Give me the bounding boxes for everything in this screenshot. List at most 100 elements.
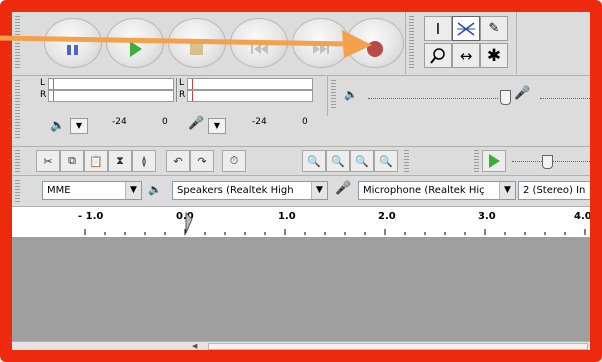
meter-tick: 0 bbox=[302, 117, 308, 127]
playback-meter-right[interactable] bbox=[48, 90, 174, 102]
zoom-in-button[interactable]: 🔍 bbox=[302, 150, 326, 172]
record-button[interactable] bbox=[346, 18, 404, 68]
input-volume-slider[interactable] bbox=[540, 98, 590, 99]
draw-tool[interactable]: ✎ bbox=[480, 16, 508, 41]
cut-button[interactable]: ✂ bbox=[36, 150, 60, 172]
selection-tool-icon: I bbox=[435, 19, 441, 38]
input-channels-select[interactable]: 2 (Stereo) In bbox=[518, 181, 590, 200]
mixer-toolbar: 🔈 🎤 bbox=[327, 75, 590, 116]
meter-tick: 0 bbox=[162, 117, 168, 127]
audio-host-value: MME bbox=[47, 185, 71, 196]
toolbar-grip[interactable] bbox=[331, 80, 336, 110]
skip-start-icon bbox=[251, 44, 268, 54]
play-icon bbox=[489, 154, 500, 168]
zoom-out-button[interactable]: 🔍 bbox=[326, 150, 350, 172]
speed-slider-thumb[interactable] bbox=[542, 155, 553, 169]
meter-toolbar: L R L R 🔈 ▼ -24 0 🎤 ▼ -24 0 bbox=[12, 75, 326, 146]
microphone-icon: 🎤 bbox=[335, 181, 352, 196]
skip-to-end-button[interactable] bbox=[292, 18, 350, 68]
zoom-tool[interactable] bbox=[424, 43, 452, 68]
undo-button[interactable]: ↶ bbox=[166, 150, 190, 172]
meter-right-label: R bbox=[179, 90, 186, 100]
silence-button[interactable]: ≬ bbox=[132, 150, 156, 172]
trim-button[interactable]: ⧗ bbox=[108, 150, 132, 172]
device-toolbar: MME ▼ 🔈 Speakers (Realtek High ▼ 🎤 Micro… bbox=[12, 175, 590, 206]
chevron-down-icon: ▼ bbox=[311, 182, 327, 199]
transport-toolbar bbox=[12, 12, 404, 74]
toolbar-grip[interactable] bbox=[15, 16, 20, 68]
edit-toolbar: ✂ ⧉ 📋 ⧗ ≬ ↶ ↷ ⏱ 🔍 🔍 🔍 🔍 bbox=[12, 146, 482, 175]
input-volume-icon: 🎤 bbox=[514, 86, 531, 101]
play-at-speed-button[interactable] bbox=[482, 150, 506, 172]
toolbar-grip[interactable] bbox=[474, 150, 479, 172]
multi-tool[interactable]: ✱ bbox=[480, 43, 508, 68]
meter-left-label: L bbox=[40, 78, 46, 88]
playhead-marker bbox=[185, 211, 193, 234]
audio-host-select[interactable]: MME ▼ bbox=[42, 181, 142, 200]
output-volume-thumb[interactable] bbox=[500, 90, 511, 105]
speaker-icon[interactable]: 🔈 bbox=[50, 118, 65, 132]
copy-button[interactable]: ⧉ bbox=[60, 150, 84, 172]
toolbar-grip[interactable] bbox=[404, 150, 409, 172]
skip-to-start-button[interactable] bbox=[230, 18, 288, 68]
zoom-tool-icon bbox=[430, 47, 445, 64]
microphone-icon[interactable]: 🎤 bbox=[188, 116, 204, 131]
fit-selection-button[interactable]: 🔍 bbox=[350, 150, 374, 172]
chevron-down-icon: ▼ bbox=[499, 182, 515, 199]
recording-meter-right[interactable] bbox=[187, 90, 313, 102]
output-volume-icon: 🔈 bbox=[344, 88, 358, 101]
output-device-select[interactable]: Speakers (Realtek High ▼ bbox=[172, 181, 328, 200]
zoom-in-icon: 🔍 bbox=[307, 154, 321, 168]
envelope-tool-icon bbox=[457, 21, 475, 36]
timer-icon: ⏱ bbox=[229, 154, 239, 167]
toolbar-grip[interactable] bbox=[409, 16, 414, 68]
playback-meter-left[interactable] bbox=[48, 78, 174, 90]
tools-toolbar: I ✎ ↔ ✱ bbox=[405, 12, 516, 74]
scrollbar-thumb[interactable] bbox=[208, 343, 588, 350]
chevron-down-icon: ▼ bbox=[75, 121, 83, 130]
play-icon bbox=[130, 41, 142, 57]
timeshift-tool[interactable]: ↔ bbox=[452, 43, 480, 68]
pause-icon bbox=[67, 45, 78, 55]
copy-icon: ⧉ bbox=[68, 154, 76, 167]
sync-lock-button[interactable]: ⏱ bbox=[222, 150, 246, 172]
timeline-ruler[interactable]: - 1.0 0.0 1.0 2.0 3.0 4.0 bbox=[12, 206, 590, 238]
selection-tool[interactable]: I bbox=[424, 16, 452, 41]
toolbar-grip[interactable] bbox=[15, 150, 20, 172]
toolbar-grip[interactable] bbox=[15, 180, 20, 202]
undo-icon: ↶ bbox=[173, 154, 183, 168]
horizontal-scrollbar[interactable]: ◀ bbox=[12, 341, 590, 350]
multi-tool-icon: ✱ bbox=[486, 45, 502, 66]
record-icon bbox=[367, 41, 383, 57]
recording-meter-menu-button[interactable]: ▼ bbox=[208, 118, 226, 134]
track-area[interactable] bbox=[12, 237, 590, 341]
play-button[interactable] bbox=[106, 18, 164, 68]
paste-button[interactable]: 📋 bbox=[84, 150, 108, 172]
paste-icon: 📋 bbox=[89, 154, 103, 168]
output-volume-slider[interactable] bbox=[368, 98, 498, 99]
chevron-down-icon: ▼ bbox=[213, 121, 221, 130]
redo-icon: ↷ bbox=[197, 154, 207, 168]
envelope-tool[interactable] bbox=[452, 16, 480, 41]
redo-button[interactable]: ↷ bbox=[190, 150, 214, 172]
scroll-left-arrow-icon[interactable]: ◀ bbox=[192, 343, 200, 350]
input-device-select[interactable]: Microphone (Realtek Hiç ▼ bbox=[358, 181, 516, 200]
output-device-value: Speakers (Realtek High bbox=[177, 185, 294, 196]
meter-tick: -24 bbox=[112, 117, 127, 127]
trim-icon: ⧗ bbox=[116, 154, 124, 167]
chevron-down-icon: ▼ bbox=[125, 182, 141, 199]
play-at-speed-toolbar bbox=[474, 146, 590, 175]
toolbar-empty-area bbox=[516, 12, 590, 74]
speaker-icon: 🔈 bbox=[148, 183, 162, 196]
stop-button[interactable] bbox=[168, 18, 226, 68]
recording-meter-left[interactable] bbox=[187, 78, 313, 90]
fit-project-button[interactable]: 🔍 bbox=[374, 150, 398, 172]
fit-selection-icon: 🔍 bbox=[355, 154, 369, 168]
input-channels-value: 2 (Stereo) In bbox=[523, 185, 586, 196]
toolbar-grip[interactable] bbox=[15, 80, 20, 140]
ruler-minor-ticks bbox=[84, 211, 586, 235]
meter-right-label: R bbox=[40, 90, 47, 100]
playback-meter-menu-button[interactable]: ▼ bbox=[70, 118, 88, 134]
input-device-value: Microphone (Realtek Hiç bbox=[363, 185, 485, 196]
pause-button[interactable] bbox=[44, 18, 102, 68]
